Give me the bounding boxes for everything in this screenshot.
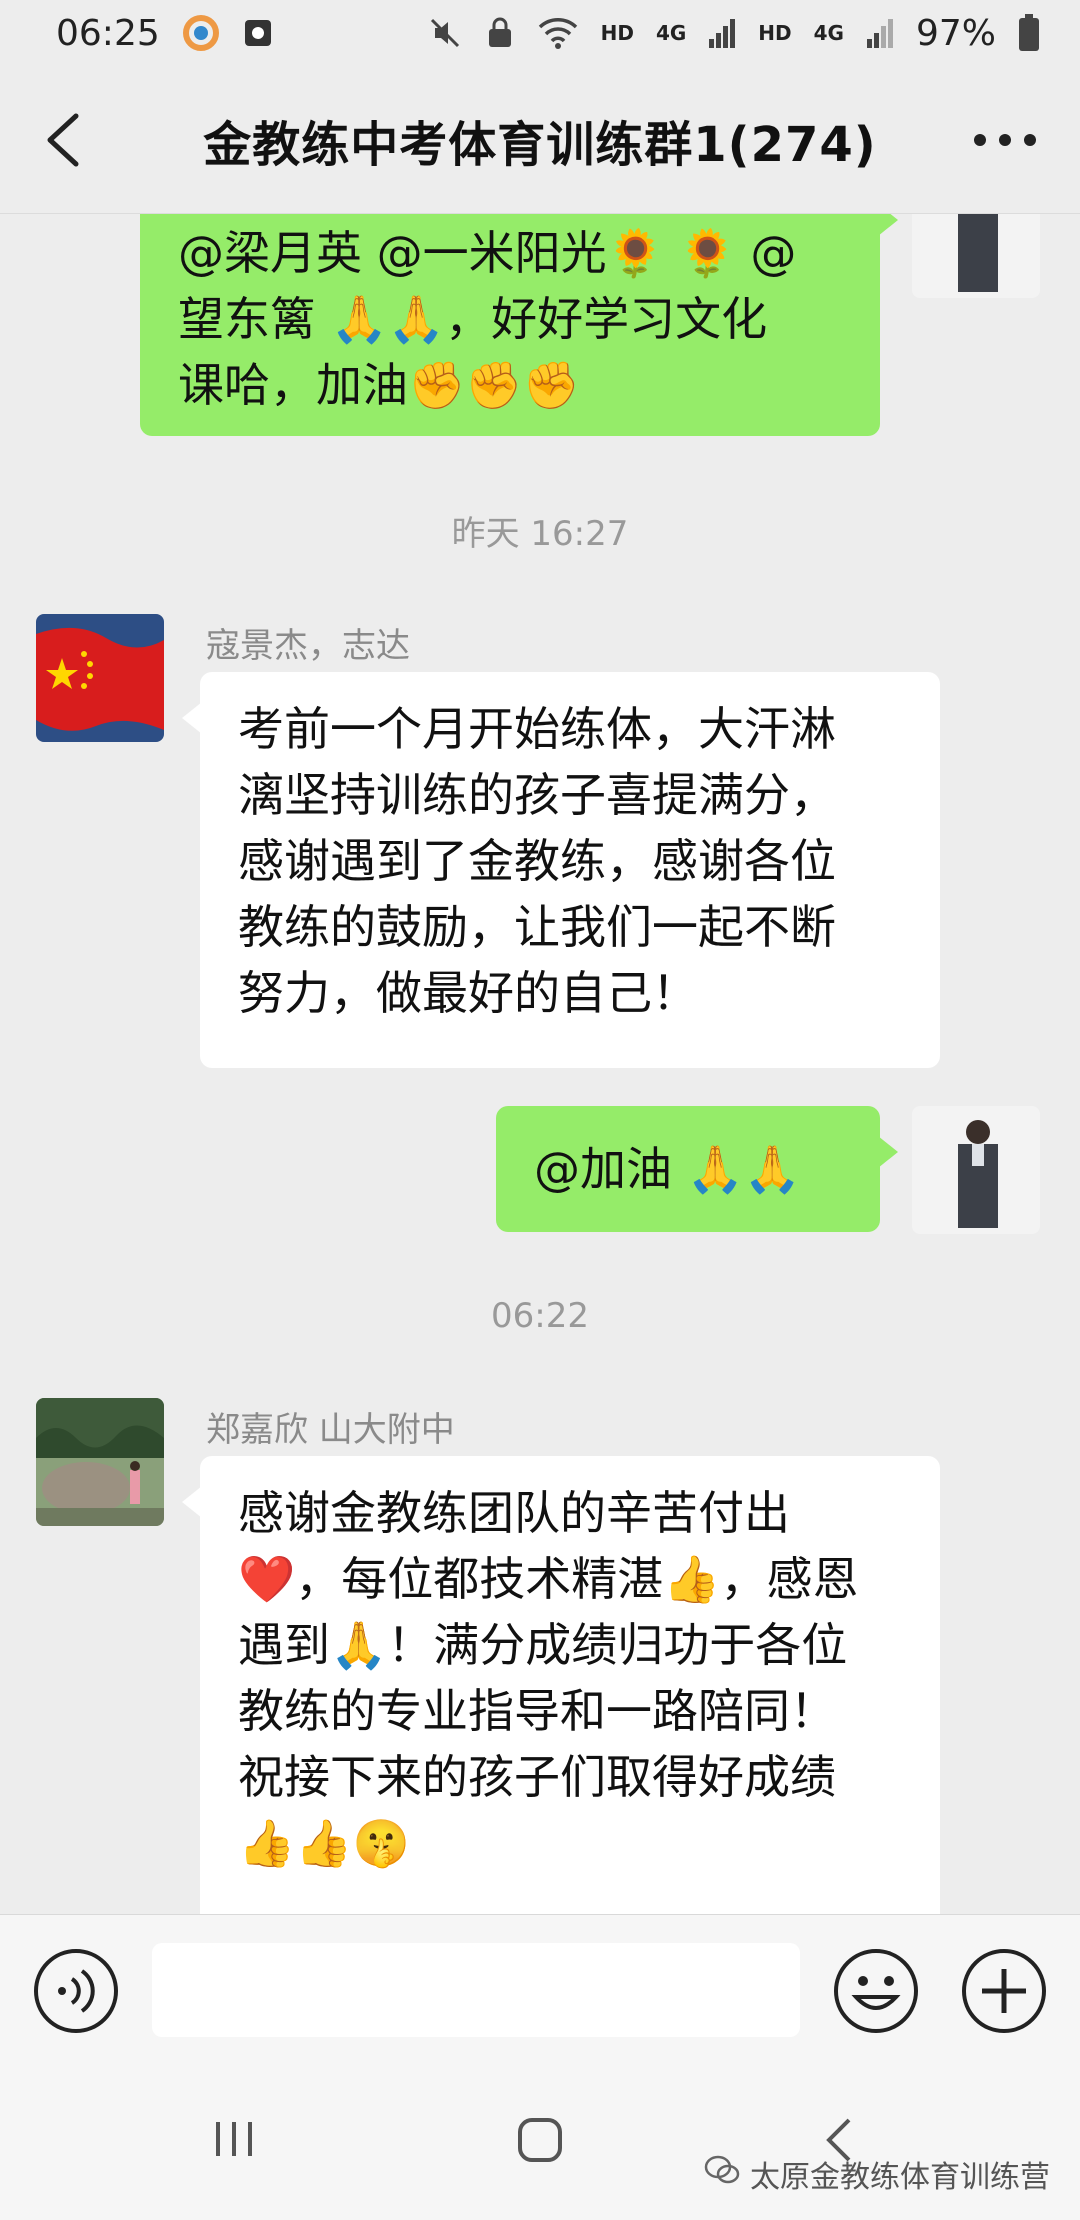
network-hd-label: HD [600, 21, 634, 45]
incoming-message[interactable]: 考前一个月开始练体，大汗淋 漓坚持训练的孩子喜提满分， 感谢遇到了金教练，感谢各… [182, 672, 940, 1068]
voice-input-icon[interactable] [32, 1947, 120, 2035]
watermark: 太原金教练体育训练营 [704, 2152, 1050, 2196]
incoming-message[interactable]: 感谢金教练团队的辛苦付出 ❤️，每位都技术精湛👍，感恩 遇到🙏！满分成绩归功于各… [182, 1456, 940, 1914]
emoji-icon[interactable] [832, 1947, 920, 2035]
plus-icon[interactable] [960, 1947, 1048, 2035]
message-line: ❤️，每位都技术精湛👍，感恩 [238, 1552, 859, 1606]
status-time: 06:25 [56, 12, 160, 54]
chat-header: 金教练中考体育训练群1(274) [0, 66, 1080, 214]
sender-name: 寇景杰，志达 [206, 626, 410, 666]
message-line: 教练的专业指导和一路陪同！ [238, 1684, 836, 1738]
watermark-text: 太原金教练体育训练营 [750, 2160, 1050, 2195]
message-line: 望东篱 🙏🙏，好好学习文化 [178, 292, 768, 346]
status-bar: 06:25 HD 4G HD 4G 97% [0, 0, 1080, 66]
sender-avatar-flag[interactable] [36, 614, 164, 742]
outgoing-message[interactable]: @梁月英 @一米阳光🌻 🌻 @ 望东篱 🙏🙏，好好学习文化 课哈，加油✊✊✊ [140, 214, 898, 436]
message-line: 教练的鼓励，让我们一起不断 [238, 900, 836, 954]
battery-icon [1018, 14, 1040, 52]
sender-avatar-photo[interactable] [36, 1398, 164, 1526]
time-divider: 06:22 [491, 1296, 589, 1336]
network-hd-label-2: HD [758, 21, 792, 45]
signal-icon [708, 17, 736, 49]
system-nav-bar: 太原金教练体育训练营 [0, 2064, 1080, 2220]
message-line: 努力，做最好的自己！ [238, 966, 698, 1020]
home-icon[interactable] [510, 2110, 570, 2170]
app-notification-icon [182, 14, 220, 52]
message-line: 遇到🙏！满分成绩归功于各位 [238, 1618, 848, 1672]
input-bar [0, 1914, 1080, 2064]
message-line: 感谢遇到了金教练，感谢各位 [238, 834, 836, 888]
message-line: 祝接下来的孩子们取得好成绩 [238, 1750, 836, 1804]
message-line: 感谢金教练团队的辛苦付出 [238, 1486, 790, 1540]
message-line: 漓坚持训练的孩子喜提满分， [238, 768, 836, 822]
vpn-icon [485, 15, 515, 51]
more-options-icon[interactable] [970, 118, 1040, 162]
message-input[interactable] [152, 1943, 800, 2037]
time-divider: 昨天 16:27 [451, 514, 629, 554]
signal-icon-2 [866, 17, 894, 49]
wifi-icon [537, 16, 579, 50]
message-line: 考前一个月开始练体，大汗淋 [238, 702, 836, 756]
outgoing-message[interactable]: @加油 🙏🙏 [496, 1106, 898, 1232]
message-line: 👍👍🤫 [238, 1816, 410, 1870]
mute-icon [427, 15, 463, 51]
sender-name: 郑嘉欣 山大附中 [206, 1410, 455, 1450]
my-avatar[interactable] [912, 1106, 1040, 1234]
back-arrow-icon[interactable] [40, 112, 90, 168]
battery-percent: 97% [915, 12, 996, 54]
message-line: 课哈，加油✊✊✊ [178, 358, 580, 412]
chat-title: 金教练中考体育训练群1(274) [203, 116, 877, 173]
recent-apps-icon[interactable] [210, 2114, 260, 2164]
my-avatar[interactable] [912, 214, 1040, 298]
wechat-logo-icon [704, 2155, 740, 2193]
network-4g-label-2: 4G [813, 21, 844, 45]
message-line: @加油 🙏🙏 [534, 1142, 802, 1196]
network-4g-label: 4G [655, 21, 687, 45]
message-line: @梁月英 @一米阳光🌻 🌻 @ [178, 226, 797, 280]
chat-area[interactable]: @梁月英 @一米阳光🌻 🌻 @ 望东篱 🙏🙏，好好学习文化 课哈，加油✊✊✊ 昨… [0, 214, 1080, 1914]
screen-record-icon [242, 17, 274, 49]
